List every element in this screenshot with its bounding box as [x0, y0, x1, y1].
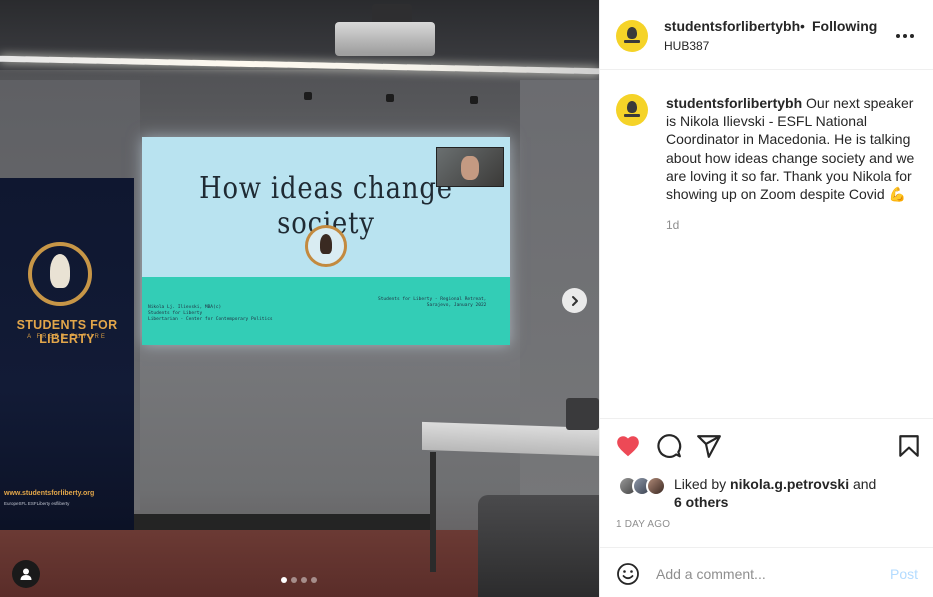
torch-logo-icon [305, 225, 347, 267]
chair [566, 398, 599, 430]
chair [478, 495, 599, 597]
ceiling-spot [386, 94, 394, 102]
carousel-dot [291, 577, 297, 583]
action-bar: Liked by nikola.g.petrovski and 6 others… [600, 418, 933, 547]
banner-url: www.studentsforliberty.org [4, 490, 95, 497]
torch-logo-icon [28, 242, 92, 306]
author-username[interactable]: studentsforlibertybh [664, 18, 800, 34]
baseboard [134, 514, 434, 530]
carousel-dot [301, 577, 307, 583]
caption-text: Our next speaker is Nikola Ilievski - ES… [666, 95, 915, 203]
emoji-icon[interactable] [616, 562, 640, 586]
liked-by-and: and [852, 476, 877, 492]
post-side-panel: studentsforlibertybh • Following HUB387 … [599, 0, 933, 597]
separator-dot: • [800, 18, 805, 34]
slide-event-text: Students for Liberty - Regional Retreat,… [378, 297, 487, 308]
projection-screen: How ideas change society Nikola Lj. Ilie… [142, 137, 510, 345]
banner-social: EuropeSFL ESFLiberty esfliberty [4, 501, 70, 506]
chevron-right-icon [571, 295, 578, 306]
caption-username[interactable]: studentsforlibertybh [666, 95, 802, 111]
more-options-icon[interactable] [895, 26, 919, 46]
roll-up-banner: STUDENTS FOR LIBERTY A FREER FUTURE www.… [0, 178, 134, 530]
post-comment-button[interactable]: Post [890, 566, 918, 582]
liker-avatars[interactable] [618, 476, 670, 498]
user-tag-icon [20, 568, 32, 580]
avatar[interactable] [616, 20, 648, 52]
tagged-users-button[interactable] [12, 560, 40, 588]
carousel-dot [311, 577, 317, 583]
post-media[interactable]: How ideas change society Nikola Lj. Ilie… [0, 0, 599, 597]
liked-by-user-link[interactable]: nikola.g.petrovski [730, 476, 849, 492]
carousel-dot [281, 577, 287, 583]
more-options-dots [896, 34, 914, 38]
speaker-face [461, 156, 479, 180]
post-time: 1d [666, 218, 680, 232]
table-leg [430, 452, 436, 572]
zoom-video-thumbnail [436, 147, 504, 187]
following-button[interactable]: Following [812, 18, 877, 34]
liked-by-others-link[interactable]: 6 others [674, 494, 728, 510]
bookmark-icon[interactable] [896, 433, 922, 459]
heart-icon[interactable] [615, 433, 641, 459]
comment-bar: Post [600, 547, 933, 597]
post-date: 1 DAY AGO [616, 519, 671, 530]
next-image-button[interactable] [562, 288, 587, 313]
projector [335, 22, 435, 56]
liker-avatar [646, 476, 666, 496]
share-icon[interactable] [696, 433, 722, 459]
slide-presenter-text: Nikola Lj. Ilievski, MBA(c) Students for… [148, 305, 273, 322]
post-header: studentsforlibertybh • Following HUB387 [600, 0, 933, 70]
liked-by-prefix: Liked by [674, 476, 727, 492]
instagram-post-view: How ideas change society Nikola Lj. Ilie… [0, 0, 933, 597]
avatar[interactable] [616, 94, 648, 126]
post-location[interactable]: HUB387 [664, 39, 709, 53]
banner-subtitle: A FREER FUTURE [27, 334, 107, 340]
comment-input[interactable] [656, 560, 876, 588]
ceiling-spot [470, 96, 478, 104]
post-caption: studentsforlibertybh Our next speaker is… [666, 94, 924, 203]
banner-title: STUDENTS FOR LIBERTY [16, 318, 118, 346]
liked-by-text: Liked by nikola.g.petrovski and 6 others [674, 475, 876, 511]
ceiling-spot [304, 92, 312, 100]
comment-icon[interactable] [656, 433, 682, 459]
carousel-indicator [281, 577, 317, 583]
